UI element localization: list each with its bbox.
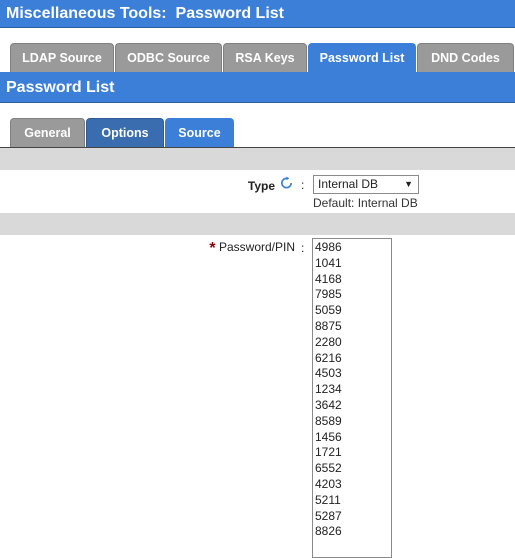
password-entry: 1721	[315, 445, 342, 460]
password-entry: 5211	[315, 492, 341, 507]
password-entry: 3642	[315, 397, 342, 412]
password-entry: 1041	[315, 255, 342, 270]
section-divider	[0, 213, 515, 235]
password-entry: 8875	[315, 318, 342, 333]
password-label: Password/PIN	[218, 240, 295, 254]
password-label-wrap: * Password/PIN	[150, 240, 295, 258]
password-entry: 8589	[315, 413, 342, 428]
password-entry: 1234	[315, 382, 342, 397]
chevron-down-icon: ▼	[404, 179, 413, 189]
refresh-icon[interactable]	[280, 176, 293, 190]
type-select-value: Internal DB	[318, 177, 379, 191]
tab-source[interactable]: Source	[165, 118, 234, 147]
window-title: Miscellaneous Tools: Password List	[0, 0, 515, 28]
type-default-note: Default: Internal DB	[313, 196, 418, 210]
password-entry: 4503	[315, 366, 342, 381]
type-select[interactable]: Internal DB ▼	[313, 175, 419, 194]
tab-rsa-keys[interactable]: RSA Keys	[223, 43, 307, 72]
password-entry: 5059	[315, 303, 342, 318]
top-tab-bar: LDAP Source ODBC Source RSA Keys Passwor…	[0, 28, 515, 72]
password-entry: 1456	[315, 429, 342, 444]
password-entry: 4203	[315, 476, 342, 491]
password-textarea[interactable]: 4986 1041 4168 7985 5059 8875 2280 6216 4503 1234…	[312, 238, 392, 558]
password-entry: 4986	[315, 240, 342, 254]
type-separator: :	[301, 178, 305, 192]
tab-dnd-codes[interactable]: DND Codes	[417, 43, 514, 72]
tab-options[interactable]: Options	[86, 118, 164, 147]
password-entry: 7985	[315, 287, 342, 302]
required-marker: *	[209, 240, 216, 257]
password-entry: 6216	[315, 350, 342, 365]
tab-odbc-source[interactable]: ODBC Source	[115, 43, 222, 72]
tab-general[interactable]: General	[10, 118, 85, 147]
sub-tab-bar: General Options Source	[0, 103, 515, 148]
tab-password-list[interactable]: Password List	[308, 43, 416, 72]
password-entry: 6552	[315, 461, 342, 476]
password-separator: :	[301, 241, 305, 255]
section-title: Password List	[0, 72, 515, 103]
password-entry: 2280	[315, 334, 342, 349]
type-label: Type	[247, 179, 275, 193]
password-entry: 4168	[315, 271, 342, 286]
password-entry: 5287	[315, 508, 342, 523]
tab-ldap-source[interactable]: LDAP Source	[10, 43, 114, 72]
section-divider	[0, 148, 515, 170]
password-entry: 8826	[315, 524, 342, 539]
